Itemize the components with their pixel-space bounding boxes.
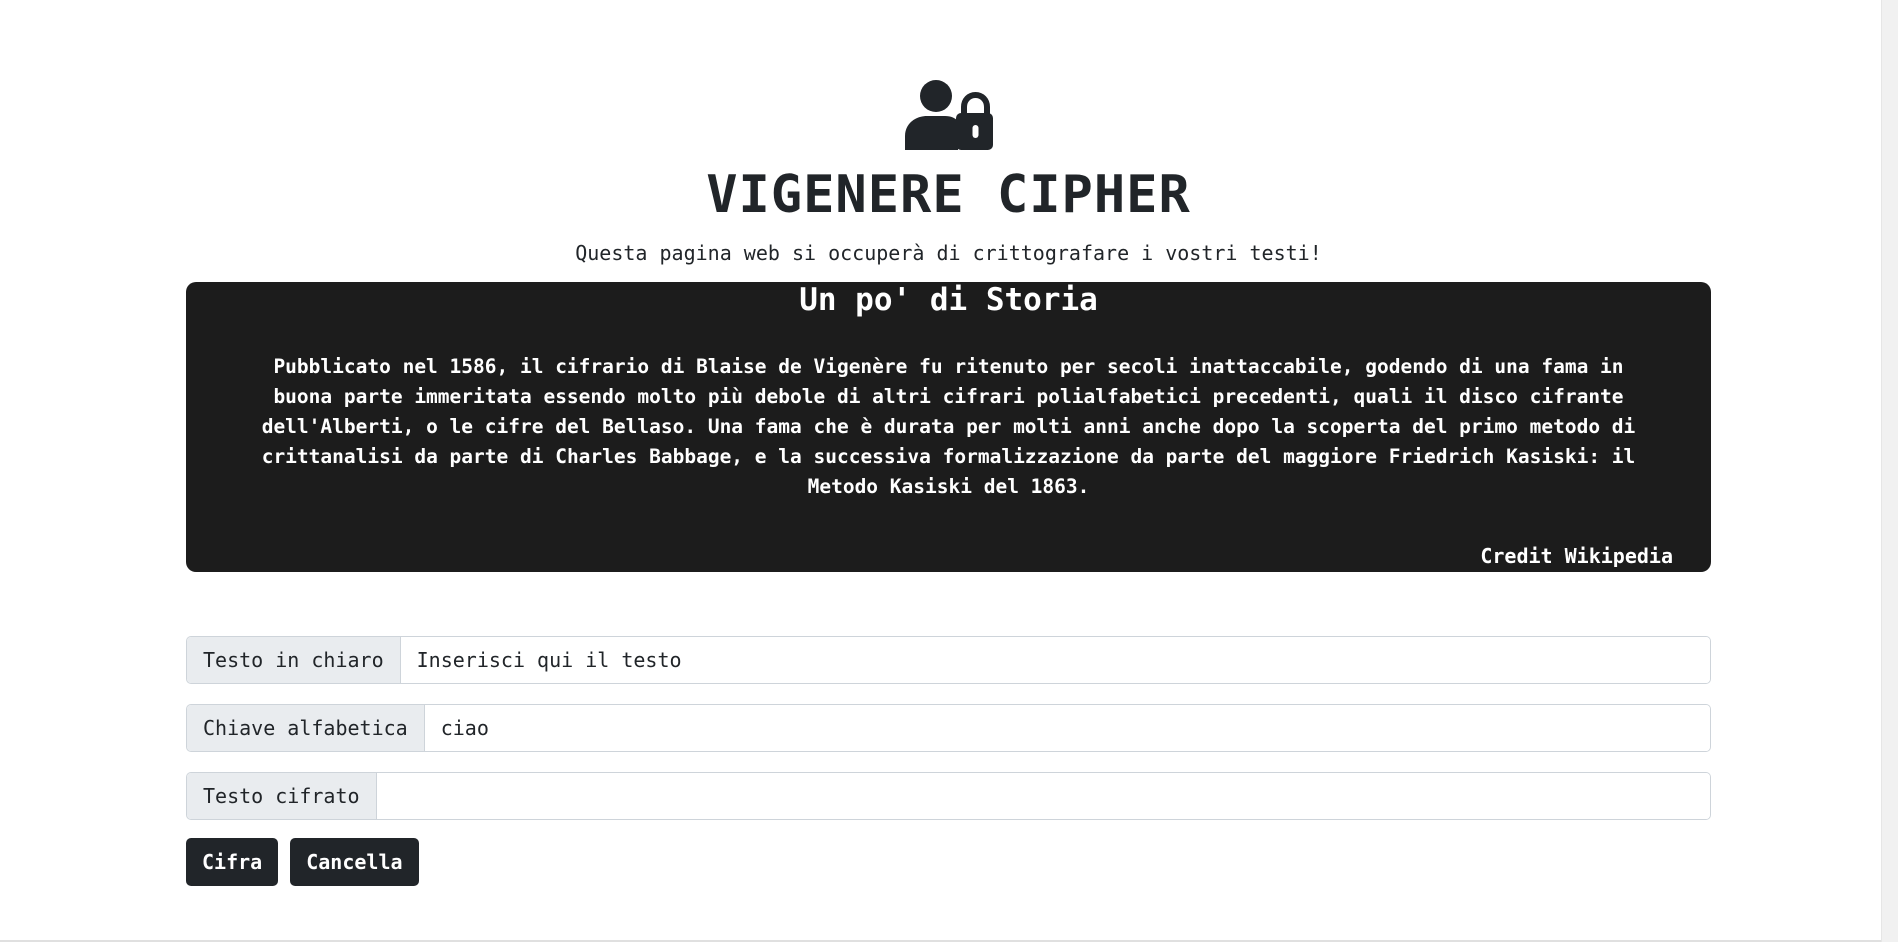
ciphertext-input-group: Testo cifrato [186, 772, 1711, 820]
page-header: VIGENERE CIPHER Questa pagina web si occ… [186, 0, 1711, 266]
user-lock-icon [904, 78, 993, 150]
history-text: Pubblicato nel 1586, il cifrario di Blai… [261, 355, 1636, 498]
history-title: Un po' di Storia [799, 282, 1098, 318]
cipher-form: Testo in chiaro Chiave alfabetica Testo … [186, 636, 1711, 886]
vertical-scrollbar[interactable] [1881, 0, 1898, 942]
plaintext-input[interactable] [400, 637, 1710, 683]
key-input-group: Chiave alfabetica [186, 704, 1711, 752]
key-label: Chiave alfabetica [187, 705, 425, 751]
page-subtitle: Questa pagina web si occuperà di crittog… [575, 241, 1322, 265]
history-credit: Credit Wikipedia [1480, 544, 1673, 568]
ciphertext-input[interactable] [376, 773, 1710, 819]
ciphertext-label: Testo cifrato [187, 773, 377, 819]
main-container: VIGENERE CIPHER Questa pagina web si occ… [186, 0, 1711, 886]
history-card: Un po' di Storia Pubblicato nel 1586, il… [186, 282, 1711, 572]
page-title: VIGENERE CIPHER [706, 165, 1191, 225]
encrypt-button[interactable]: Cifra [186, 838, 279, 886]
clear-button[interactable]: Cancella [290, 838, 419, 886]
plaintext-input-group: Testo in chiaro [186, 636, 1711, 684]
key-input[interactable] [424, 705, 1710, 751]
form-buttons: Cifra Cancella [186, 838, 1711, 886]
plaintext-label: Testo in chiaro [187, 637, 401, 683]
